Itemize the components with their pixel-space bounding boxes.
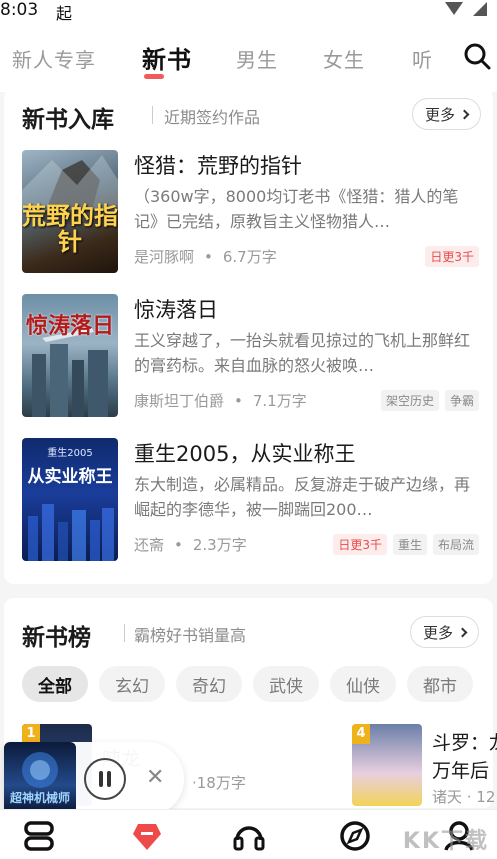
tag: 争霸 <box>444 390 479 411</box>
bookshelf-icon[interactable] <box>22 820 56 852</box>
featured-icon[interactable] <box>130 820 164 852</box>
chevron-right-icon <box>459 109 470 119</box>
book-word-count: 6.7万字 <box>222 248 277 266</box>
filter-chip-fantasy[interactable]: 玄幻 <box>99 666 165 702</box>
book-description: 东大制造，必属精品。反复游走于破产边缘，再崛起的李德华，被一脚踹回200… <box>134 475 471 519</box>
rank-title: 斗罗：龙 <box>432 732 497 754</box>
rank-badge: 4 <box>352 724 370 744</box>
status-icons <box>445 2 487 16</box>
book-meta: 还斋 • 2.3万字 <box>134 535 247 555</box>
skyline-illustration <box>28 504 114 561</box>
category-filters: 全部 玄幻 奇幻 武侠 仙侠 都市 <box>22 666 473 702</box>
status-bar: 8:03 起 <box>0 0 497 23</box>
rank-badge: 1 <box>22 724 40 744</box>
divider <box>124 624 125 642</box>
tab-newcomer[interactable]: 新人专享 <box>12 44 96 73</box>
book-item[interactable]: 惊涛落日 惊涛落日 王义穿越了，一抬头就看见掠过的飞机上那鲜红的膏药标。来自血脉… <box>4 294 493 420</box>
signal-icon <box>473 2 487 16</box>
book-description: 王义穿越了，一抬头就看见掠过的飞机上那鲜红的膏药标。来自血脉的怒火被唤… <box>134 331 471 375</box>
book-author: 康斯坦丁伯爵 <box>134 392 225 410</box>
rank-title-line2: 万年后 <box>432 760 490 782</box>
divider <box>152 106 153 124</box>
status-app-icon: 起 <box>56 4 73 23</box>
tag: 重生 <box>392 534 427 555</box>
section-title: 新书榜 <box>22 625 91 651</box>
rank-meta: 诸天 · 12 <box>432 788 496 806</box>
tag: 日更3千 <box>333 534 387 555</box>
book-tags: 日更3千 重生 布局流 <box>333 534 479 555</box>
search-icon <box>464 43 491 70</box>
book-word-count: 2.3万字 <box>192 536 247 554</box>
book-title: 重生2005，从实业称王 <box>134 442 356 466</box>
new-books-section: 新书入库 近期签约作品 更多 荒野的指针 怪猎：荒野的指针 （360w字，800… <box>4 88 493 584</box>
more-label: 更多 <box>424 105 455 124</box>
book-tags: 架空历史 争霸 <box>380 390 479 411</box>
filter-chip-all[interactable]: 全部 <box>22 666 88 702</box>
player-cover: 超神机械师 <box>4 742 76 814</box>
tab-listen[interactable]: 听 <box>412 44 433 73</box>
book-item[interactable]: 重生2005 从实业称王 重生2005，从实业称王 东大制造，必属精品。反复游走… <box>4 438 493 564</box>
pause-button[interactable] <box>84 758 126 800</box>
rank-cover: 4 <box>352 724 422 806</box>
book-author: 是河豚啊 <box>134 248 195 266</box>
top-tab-bar: 新人专享 新书 男生 女生 听 <box>0 22 497 92</box>
tab-new-books[interactable]: 新书 <box>142 40 192 79</box>
mini-audio-player[interactable]: 超神机械师 ✕ <box>4 742 184 816</box>
search-button[interactable] <box>463 42 491 70</box>
tag: 布局流 <box>432 534 479 555</box>
tag: 架空历史 <box>380 390 439 411</box>
more-button[interactable]: 更多 <box>411 98 481 130</box>
rank-meta: ·18万字 <box>192 774 246 792</box>
book-tags: 日更3千 <box>425 246 479 267</box>
book-author: 还斋 <box>134 536 165 554</box>
discover-icon[interactable] <box>338 820 372 852</box>
filter-chip-xianxia[interactable]: 仙侠 <box>330 666 396 702</box>
section-subtitle: 近期签约作品 <box>164 108 261 127</box>
more-button[interactable]: 更多 <box>409 616 479 648</box>
section-title: 新书入库 <box>22 107 114 133</box>
player-cover-title: 超神机械师 <box>9 791 70 805</box>
book-title: 惊涛落日 <box>134 298 218 322</box>
book-item[interactable]: 荒野的指针 怪猎：荒野的指针 （360w字，8000均订老书《怪猎：猎人的笔记》… <box>4 150 493 276</box>
book-cover: 重生2005 从实业称王 <box>22 438 118 561</box>
section-subtitle: 霸榜好书销量高 <box>134 626 247 645</box>
wifi-icon <box>445 2 463 15</box>
close-icon[interactable]: ✕ <box>146 766 164 790</box>
tab-male[interactable]: 男生 <box>236 44 278 73</box>
listen-icon[interactable] <box>232 820 266 852</box>
filter-chip-wuxia[interactable]: 武侠 <box>253 666 319 702</box>
book-description: （360w字，8000均订老书《怪猎：猎人的笔记》已完结，原教旨主义怪物猎人… <box>134 187 459 231</box>
tab-female[interactable]: 女生 <box>323 44 365 73</box>
book-title: 怪猎：荒野的指针 <box>134 154 302 178</box>
filter-chip-urban[interactable]: 都市 <box>407 666 473 702</box>
cover-title: 惊涛落日 <box>25 314 114 339</box>
status-time: 8:03 <box>0 0 39 20</box>
cover-title: 荒野的指针 <box>22 202 118 256</box>
watermark: KK下载 <box>402 829 489 854</box>
bottom-nav: KK下载 <box>0 809 497 859</box>
tag: 日更3千 <box>425 246 479 267</box>
chevron-right-icon <box>457 627 468 637</box>
book-cover: 荒野的指针 <box>22 150 118 273</box>
more-label: 更多 <box>422 623 453 642</box>
book-cover: 惊涛落日 <box>22 294 118 417</box>
book-meta: 康斯坦丁伯爵 • 7.1万字 <box>134 391 307 411</box>
book-word-count: 7.1万字 <box>252 392 307 410</box>
book-meta: 是河豚啊 • 6.7万字 <box>134 247 277 267</box>
filter-chip-magic[interactable]: 奇幻 <box>176 666 242 702</box>
